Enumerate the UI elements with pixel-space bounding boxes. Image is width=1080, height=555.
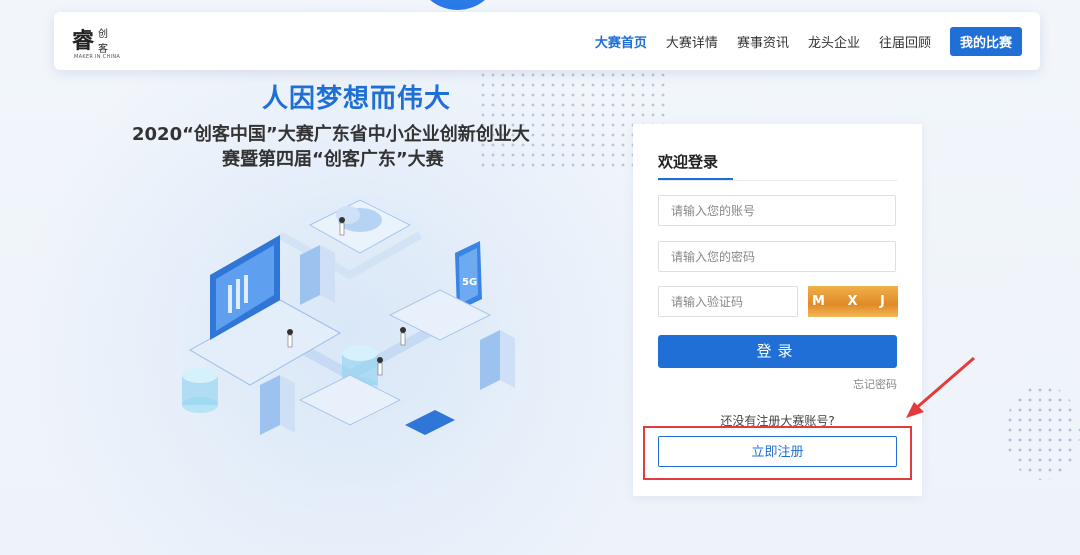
my-competition-button[interactable]: 我的比赛: [949, 27, 1022, 56]
logo-subtext: MAKER IN CHINA: [74, 54, 121, 60]
logo-text-line1: 创: [98, 29, 108, 40]
forgot-password-link[interactable]: 忘记密码: [853, 376, 897, 392]
title-divider: [658, 180, 897, 181]
logo-mark: 睿: [72, 29, 95, 54]
tech-isometric-illustration: 5G: [182, 199, 515, 435]
password-input[interactable]: 请输入您的密码: [658, 241, 896, 272]
nav-item-review[interactable]: 往届回顾: [879, 32, 931, 51]
login-title: 欢迎登录: [658, 153, 719, 171]
top-navbar: 睿 创 客 MAKER IN CHINA 大赛首页 大赛详情 赛事资讯 龙头企业…: [54, 12, 1040, 70]
register-button[interactable]: 立即注册: [658, 436, 897, 467]
captcha-image[interactable]: M X J L: [808, 286, 898, 317]
hero-subtitle-line2: 赛暨第四届“创客广东”大赛: [222, 149, 444, 170]
nav-item-home[interactable]: 大赛首页: [595, 32, 647, 51]
hero-subtitle-line1: 2020“创客中国”大赛广东省中小企业创新创业大: [132, 124, 530, 145]
5g-label: 5G: [462, 277, 477, 288]
nav-item-news[interactable]: 赛事资讯: [737, 32, 789, 51]
captcha-input[interactable]: 请输入验证码: [658, 286, 798, 317]
account-input[interactable]: 请输入您的账号: [658, 195, 896, 226]
logo-text-line2: 客: [98, 44, 108, 55]
title-underline: [658, 178, 733, 180]
nav-menu: 大赛首页 大赛详情 赛事资讯 龙头企业 往届回顾 我的比赛: [576, 27, 1022, 56]
hero-title: 人因梦想而伟大: [262, 84, 452, 114]
login-button[interactable]: 登录: [658, 335, 897, 368]
nav-item-details[interactable]: 大赛详情: [666, 32, 718, 51]
dot-pattern-decoration-right: [1005, 385, 1080, 480]
logo[interactable]: 睿 创 客 MAKER IN CHINA: [72, 19, 122, 63]
red-arrow-icon: [906, 356, 975, 418]
nav-item-enterprises[interactable]: 龙头企业: [808, 32, 860, 51]
